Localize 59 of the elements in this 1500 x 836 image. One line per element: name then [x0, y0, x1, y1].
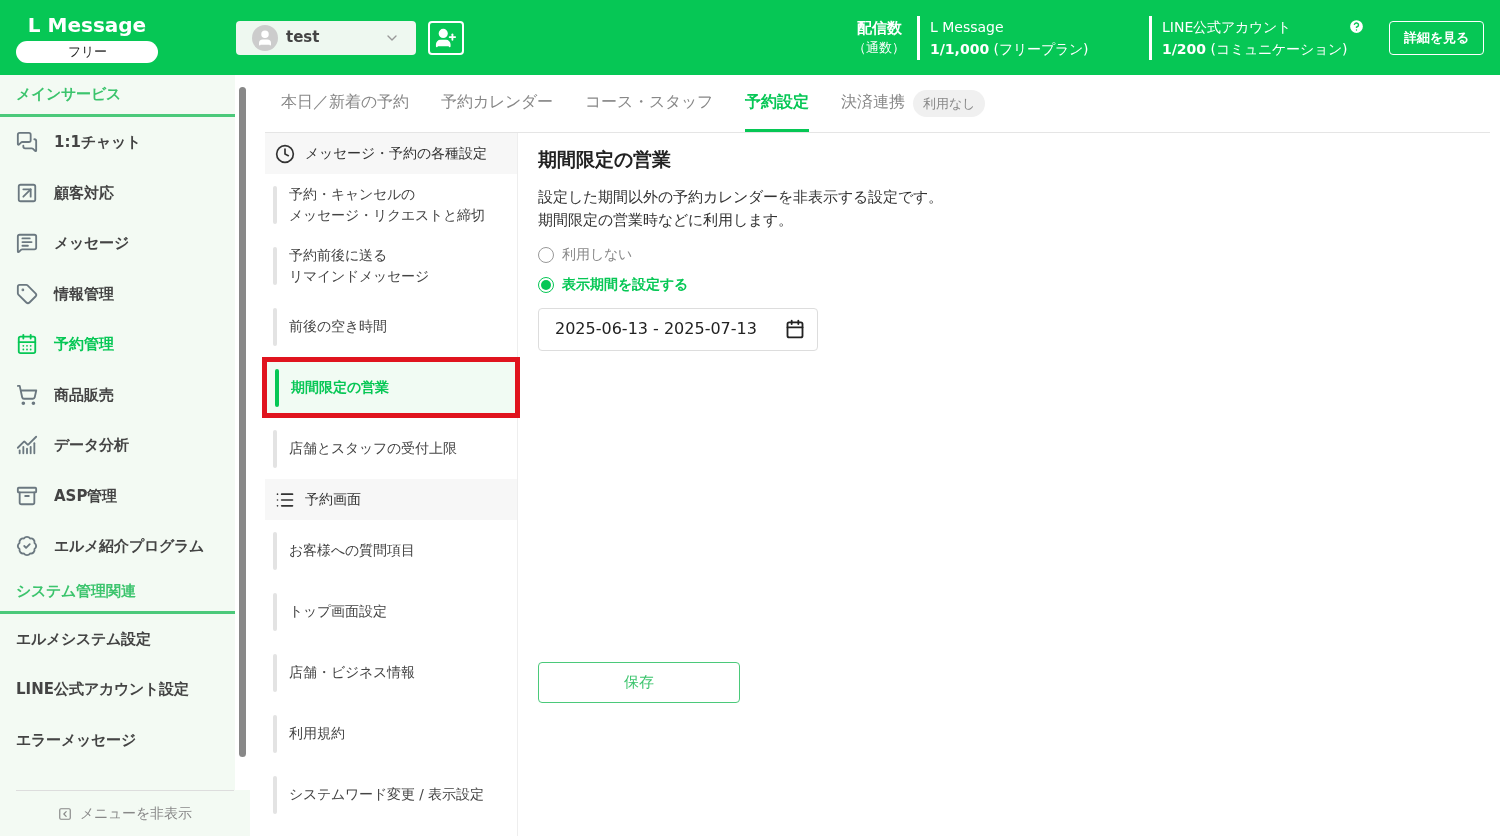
section-header: 予約画面 — [265, 479, 517, 520]
stats-label: 配信数 — [856, 17, 902, 38]
hide-menu-link[interactable]: メニューを非表示 — [80, 803, 192, 824]
sidebar-item[interactable]: エルメシステム設定 — [0, 613, 235, 664]
sidebar-item[interactable]: エラーメッセージ — [0, 714, 235, 765]
clock-icon — [275, 143, 295, 164]
tab[interactable]: 決済連携 — [841, 75, 905, 132]
sidebar-item[interactable]: メッセージ — [0, 218, 235, 269]
subnav-item[interactable]: 予約・キャンセルの メッセージ・リクエストと締切 — [265, 174, 517, 235]
calendar-icon — [16, 333, 38, 356]
collapse-icon — [58, 806, 72, 821]
subnav-item[interactable]: お客様への質問項目 — [265, 520, 517, 581]
subnav-item[interactable]: システムワード変更 / 表示設定 — [265, 764, 517, 825]
description-text: 設定した期間以外の予約カレンダーを非表示する設定です。 — [538, 187, 944, 207]
subnav-item[interactable]: 店舗とスタッフの受付上限 — [265, 418, 517, 479]
archive-icon — [16, 484, 38, 507]
subnav-item[interactable]: 前後の空き時間 — [265, 296, 517, 357]
scrollbar[interactable] — [239, 87, 246, 757]
section-header: メッセージ・予約の各種設定 — [265, 133, 517, 174]
cart-icon — [16, 383, 38, 406]
badge-icon — [16, 535, 38, 558]
arrow-square-icon — [16, 181, 38, 204]
description-text: 期間限定の営業時などに利用します。 — [538, 210, 794, 230]
sidebar-item[interactable]: LINE公式アカウント設定 — [0, 664, 235, 715]
sidebar-item[interactable]: 商品販売 — [0, 369, 235, 420]
stat-count: 1/1,000 (フリープラン) — [930, 39, 1090, 59]
subnav-item[interactable]: トップ画面設定 — [265, 581, 517, 642]
stat-title: LINE公式アカウント — [1162, 17, 1292, 37]
bar-chart-icon — [16, 434, 38, 457]
date-range-field[interactable]: 2025-06-13 - 2025-07-13 — [538, 307, 818, 351]
tab[interactable]: 本日／新着の予約 — [281, 75, 409, 132]
sidebar-item[interactable]: エルメ紹介プログラム — [0, 521, 235, 572]
subnav-item[interactable]: 予約前後に送る リマインドメッセージ — [265, 235, 517, 296]
sidebar-item[interactable]: データ分析 — [0, 420, 235, 471]
sidebar-item[interactable]: 情報管理 — [0, 268, 235, 319]
avatar-icon — [252, 24, 278, 51]
sidebar-item[interactable]: ASP管理 — [0, 470, 235, 521]
help-icon[interactable] — [1348, 18, 1365, 35]
sidebar-item[interactable]: 顧客対応 — [0, 167, 235, 218]
stat-title: L Message — [930, 17, 1004, 37]
add-user-icon — [435, 26, 457, 49]
plan-badge: フリー — [16, 40, 158, 63]
status-badge: 利用なし — [913, 89, 985, 118]
radio-option[interactable]: 利用しない — [538, 243, 1490, 266]
stat-count: 1/200 (コミュニケーション) — [1162, 39, 1349, 59]
stats-sublabel: （通数） — [853, 38, 905, 57]
account-dropdown[interactable]: test — [236, 20, 416, 55]
chat-bubbles-icon — [16, 131, 38, 154]
message-icon — [16, 232, 38, 255]
sidebar-item[interactable]: 1:1チャット — [0, 117, 235, 168]
add-user-button[interactable] — [428, 20, 464, 55]
subnav-item[interactable]: 店舗・ビジネス情報 — [265, 642, 517, 703]
calendar-icon — [785, 319, 805, 339]
subnav-item[interactable]: 利用規約 — [265, 703, 517, 764]
tab[interactable]: 予約カレンダー — [441, 75, 553, 132]
logo: L Message — [27, 12, 147, 37]
tab[interactable]: コース・スタッフ — [585, 75, 713, 132]
page-title: 期間限定の営業 — [538, 147, 672, 172]
tag-icon — [16, 282, 38, 305]
